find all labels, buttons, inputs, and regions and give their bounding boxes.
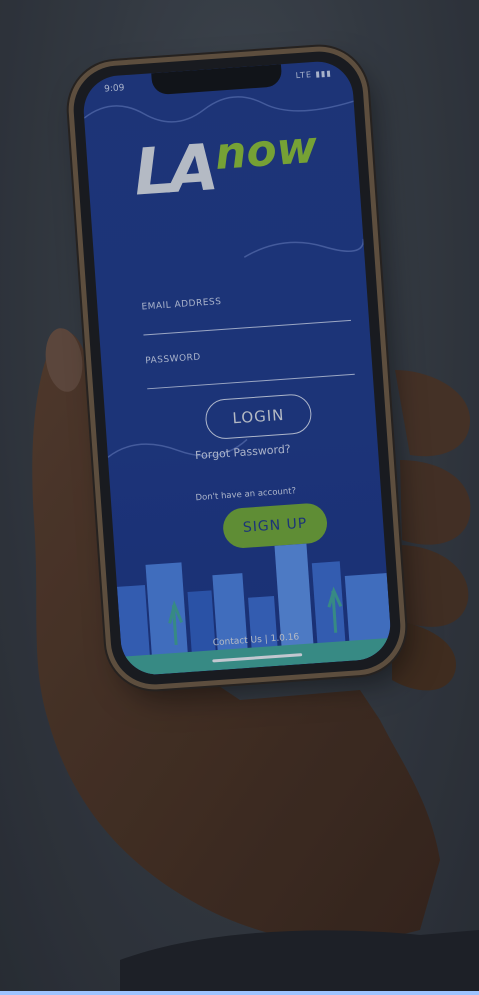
app-screen: 9:09 LTE ▮▮▮ LA now EMAIL ADDRESS PASSWO… [81,59,393,677]
app-logo: LA now [131,121,319,216]
logo-la: LA [131,131,215,211]
bottom-accent-strip [0,991,479,995]
phone: 9:09 LTE ▮▮▮ LA now EMAIL ADDRESS PASSWO… [70,48,404,688]
status-time: 9:09 [103,83,125,95]
logo-now: now [213,121,319,180]
login-button[interactable]: LOGIN [204,392,313,441]
